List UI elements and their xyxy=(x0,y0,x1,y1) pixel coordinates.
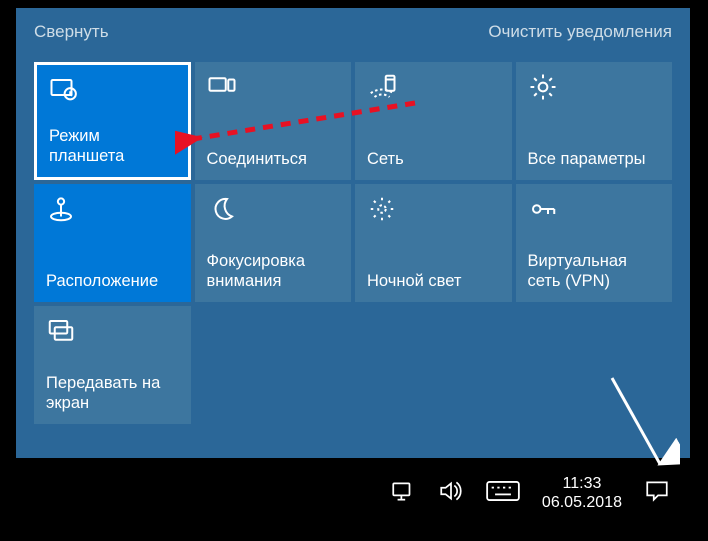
tile-vpn[interactable]: Виртуальная сеть (VPN) xyxy=(516,184,673,302)
tile-label: Все параметры xyxy=(528,149,661,170)
clock[interactable]: 11:33 06.05.2018 xyxy=(542,475,622,512)
clock-date: 06.05.2018 xyxy=(542,494,622,512)
network-tray-icon[interactable] xyxy=(390,480,416,507)
tile-network[interactable]: Сеть xyxy=(355,62,512,180)
tile-night-light[interactable]: Ночной свет xyxy=(355,184,512,302)
tile-label: Расположение xyxy=(46,271,179,292)
action-center-tray-icon[interactable] xyxy=(644,479,670,508)
sun-icon xyxy=(367,194,397,224)
taskbar: 11:33 06.05.2018 xyxy=(16,466,690,521)
gear-icon xyxy=(528,72,558,102)
tile-focus-assist[interactable]: Фокусировка внимания xyxy=(195,184,352,302)
tile-label: Соединиться xyxy=(207,149,340,170)
location-icon xyxy=(46,194,76,224)
tile-label: Режим планшета xyxy=(49,126,176,167)
tile-label: Виртуальная сеть (VPN) xyxy=(528,251,661,292)
keyboard-tray-icon[interactable] xyxy=(486,480,520,507)
project-icon xyxy=(46,316,76,346)
tile-label: Фокусировка внимания xyxy=(207,251,340,292)
moon-icon xyxy=(207,194,237,224)
network-icon xyxy=(367,72,397,102)
tile-location[interactable]: Расположение xyxy=(34,184,191,302)
tile-label: Ночной свет xyxy=(367,271,500,292)
tablet-mode-icon xyxy=(49,75,79,105)
clear-notifications-link[interactable]: Очистить уведомления xyxy=(488,22,672,42)
tile-label: Сеть xyxy=(367,149,500,170)
tile-all-settings[interactable]: Все параметры xyxy=(516,62,673,180)
tile-tablet-mode[interactable]: Режим планшета xyxy=(34,62,191,180)
tile-label: Передавать на экран xyxy=(46,373,179,414)
action-center-panel: Свернуть Очистить уведомления Режим план… xyxy=(16,8,690,458)
tile-project[interactable]: Передавать на экран xyxy=(34,306,191,424)
volume-tray-icon[interactable] xyxy=(438,480,464,507)
vpn-icon xyxy=(528,194,558,224)
clock-time: 11:33 xyxy=(542,475,622,493)
collapse-link[interactable]: Свернуть xyxy=(34,22,109,42)
tile-connect[interactable]: Соединиться xyxy=(195,62,352,180)
panel-header: Свернуть Очистить уведомления xyxy=(34,22,672,42)
connect-icon xyxy=(207,72,237,102)
quick-actions-grid: Режим планшета Соединиться Сеть Все пара… xyxy=(34,62,672,424)
